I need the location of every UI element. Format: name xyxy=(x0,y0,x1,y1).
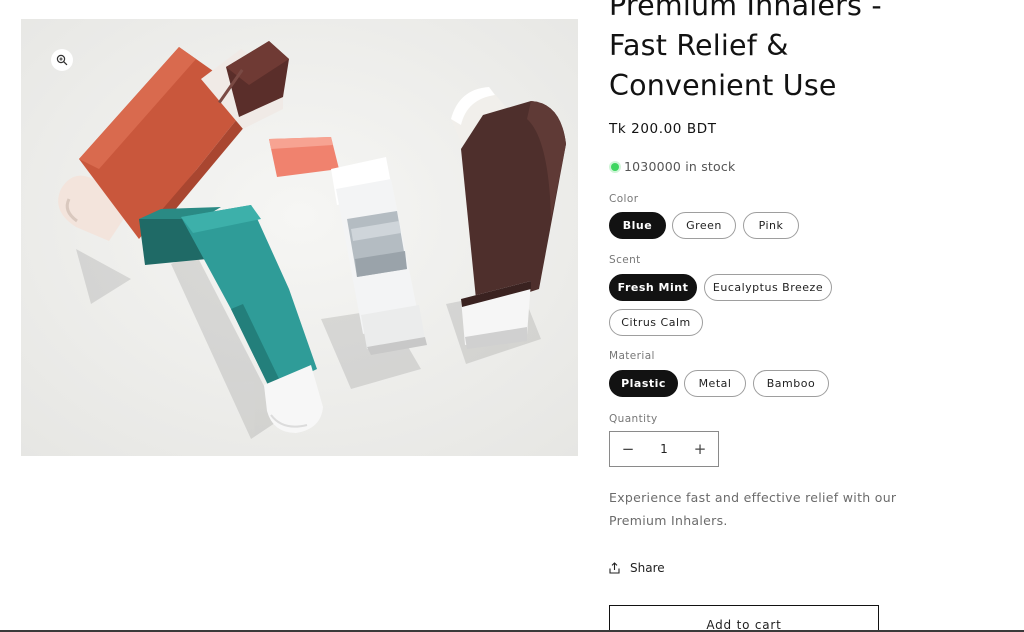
quantity-input[interactable] xyxy=(647,441,681,457)
material-option-metal[interactable]: Metal xyxy=(684,370,746,397)
color-option-pink[interactable]: Pink xyxy=(743,212,799,239)
inhaler-photo xyxy=(21,19,578,456)
zoom-in-icon xyxy=(56,54,68,66)
product-title-line: Premium Inhalers - xyxy=(609,0,882,22)
product-title: Premium Inhalers - Fast Relief & Conveni… xyxy=(609,0,989,106)
product-title-line: Fast Relief & xyxy=(609,29,789,62)
scent-option-fresh-mint[interactable]: Fresh Mint xyxy=(609,274,697,301)
share-label: Share xyxy=(630,561,665,575)
quantity-decrease-button[interactable]: − xyxy=(610,432,646,466)
material-label: Material xyxy=(609,350,655,362)
scent-option-eucalyptus-breeze[interactable]: Eucalyptus Breeze xyxy=(704,274,832,301)
zoom-button[interactable] xyxy=(51,49,73,71)
scent-option-citrus-calm[interactable]: Citrus Calm xyxy=(609,309,703,336)
product-description: Experience fast and effective relief wit… xyxy=(609,490,897,528)
material-option-plastic[interactable]: Plastic xyxy=(609,370,678,397)
in-stock-dot-icon xyxy=(611,162,619,171)
color-option-blue[interactable]: Blue xyxy=(609,212,666,239)
product-title-line: Convenient Use xyxy=(609,69,837,102)
add-to-cart-button[interactable]: Add to cart xyxy=(609,605,879,632)
quantity-increase-button[interactable]: + xyxy=(682,432,718,466)
product-image[interactable] xyxy=(21,19,578,456)
quantity-label: Quantity xyxy=(609,413,658,425)
stock-status: 1030000 in stock xyxy=(609,159,735,174)
product-price: Tk 200.00 BDT xyxy=(609,121,717,137)
share-icon xyxy=(609,562,620,574)
color-label: Color xyxy=(609,193,639,205)
product-page: Premium Inhalers - Fast Relief & Conveni… xyxy=(0,0,1024,632)
quantity-stepper: − + xyxy=(609,431,719,467)
stock-text: 1030000 in stock xyxy=(624,159,736,174)
color-option-green[interactable]: Green xyxy=(672,212,736,239)
share-button[interactable]: Share xyxy=(609,561,665,575)
material-option-bamboo[interactable]: Bamboo xyxy=(753,370,829,397)
scent-label: Scent xyxy=(609,254,641,266)
